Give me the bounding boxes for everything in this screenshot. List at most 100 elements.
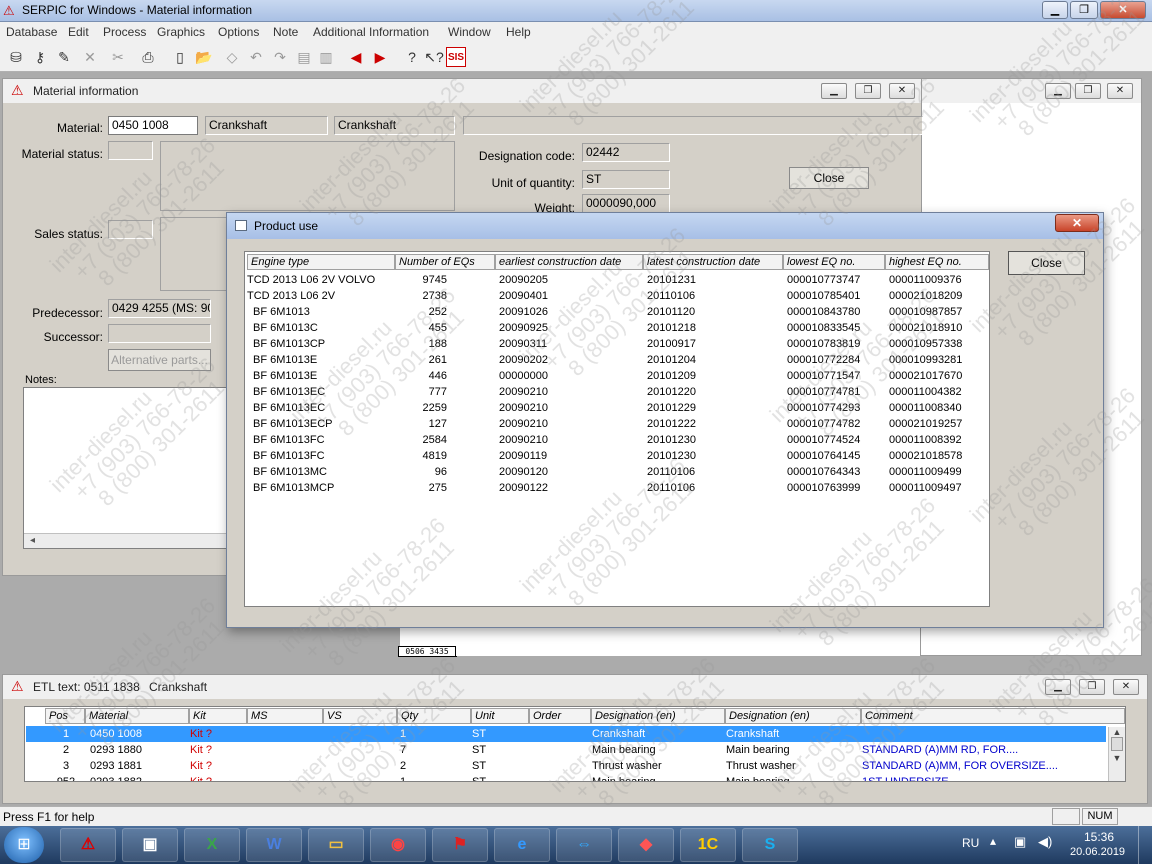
product-use-row[interactable]: BF 6M1013E 446 00000000 20101209 00001077154… xyxy=(245,368,989,384)
open-folder-icon[interactable]: 📂 xyxy=(194,47,214,67)
col-lowest-eq[interactable]: lowest EQ no. xyxy=(783,254,885,270)
taskbar-word-icon[interactable]: W xyxy=(246,828,302,862)
print-icon[interactable]: ⎙ xyxy=(138,47,158,67)
list-icon[interactable]: ▤ xyxy=(294,47,314,67)
arrow-left-icon[interactable]: ◀ xyxy=(346,47,366,67)
bg-close-button[interactable]: ✕ xyxy=(1107,83,1133,99)
menu-help[interactable]: Help xyxy=(506,25,531,39)
etl-restore-button[interactable]: ❐ xyxy=(1079,679,1105,695)
minimize-button[interactable]: ▁ xyxy=(1042,1,1068,19)
network-icon[interactable]: ▣ xyxy=(1014,834,1026,850)
taskbar-acrobat-icon[interactable]: ⚑ xyxy=(432,828,488,862)
etl-col-ms[interactable]: MS xyxy=(247,708,323,724)
taskbar-chrome-icon[interactable]: ◉ xyxy=(370,828,426,862)
product-use-row[interactable]: TCD 2013 L06 2V 2738 20090401 20110106 00001… xyxy=(245,288,989,304)
database-icon[interactable]: ⛁ xyxy=(6,47,26,67)
cut-icon[interactable]: ✂ xyxy=(108,47,128,67)
etl-row-selected[interactable]: 1 0450 1008 Kit ? 1 ST Crankshaft Crankshaft xyxy=(26,726,1106,742)
etl-col-kit[interactable]: Kit xyxy=(189,708,247,724)
product-use-row[interactable]: TCD 2013 L06 2V VOLVO 9745 20090205 2010123… xyxy=(245,272,989,288)
menu-note[interactable]: Note xyxy=(273,25,298,39)
taskbar-teamviewer-icon[interactable]: ⇔ xyxy=(556,828,612,862)
clock-date[interactable]: 20.06.2019 xyxy=(1070,846,1125,858)
cancel-icon[interactable]: ✕ xyxy=(80,47,100,67)
taskbar-explorer-icon[interactable]: ▭ xyxy=(308,828,364,862)
start-button[interactable]: ⊞ xyxy=(4,827,44,863)
show-desktop-button[interactable] xyxy=(1138,826,1152,864)
taskbar-1c-icon[interactable]: 1C xyxy=(680,828,736,862)
product-use-row[interactable]: BF 6M1013FC 2584 20090210 20101230 000010774… xyxy=(245,432,989,448)
product-use-row[interactable]: BF 6M1013C 455 20090925 20101218 00001083354… xyxy=(245,320,989,336)
product-use-row[interactable]: BF 6M1013 252 20091026 20101120 000010843780… xyxy=(245,304,989,320)
undo-icon[interactable]: ↶ xyxy=(246,47,266,67)
etl-col-qty[interactable]: Qty xyxy=(397,708,471,724)
sis-button[interactable]: SIS xyxy=(446,47,466,67)
menu-graphics[interactable]: Graphics xyxy=(157,25,205,39)
etl-col-comment[interactable]: Comment xyxy=(861,708,1125,724)
etl-row[interactable]: 3 0293 1881 Kit ? 2 ST Thrust washer Thrust wa… xyxy=(26,758,1106,774)
material-restore-button[interactable]: ❐ xyxy=(855,83,881,99)
col-number-of-eqs[interactable]: Number of EQs xyxy=(395,254,495,270)
arrow-right-icon[interactable]: ▶ xyxy=(370,47,390,67)
etl-col-unit[interactable]: Unit xyxy=(471,708,529,724)
col-latest-date[interactable]: latest construction date xyxy=(643,254,783,270)
taskbar-serpic-icon[interactable]: ⚠ xyxy=(60,828,116,862)
notes-horizontal-scrollbar[interactable]: ◂ xyxy=(24,533,226,548)
taskbar-presentation-icon[interactable]: ▣ xyxy=(122,828,178,862)
bg-minimize-button[interactable]: ▁ xyxy=(1045,83,1071,99)
page-icon[interactable]: ▥ xyxy=(316,47,336,67)
product-use-row[interactable]: BF 6M1013EC 777 20090210 20101220 0000107747… xyxy=(245,384,989,400)
etl-row[interactable]: 952 0293 1882 Kit ? 1 ST Main bearing Main bea… xyxy=(26,774,1106,781)
menu-window[interactable]: Window xyxy=(448,25,491,39)
etl-col-designation-1[interactable]: Designation (en) xyxy=(591,708,725,724)
etl-col-order[interactable]: Order xyxy=(529,708,591,724)
etl-col-material[interactable]: Material xyxy=(85,708,189,724)
col-highest-eq[interactable]: highest EQ no. xyxy=(885,254,989,270)
menu-edit[interactable]: Edit xyxy=(68,25,89,39)
etl-close-x-button[interactable]: ✕ xyxy=(1113,679,1139,695)
etl-row[interactable]: 2 0293 1880 Kit ? 7 ST Main bearing Main beari… xyxy=(26,742,1106,758)
col-earliest-date[interactable]: earliest construction date xyxy=(495,254,643,270)
menu-additional-information[interactable]: Additional Information xyxy=(313,25,429,39)
bg-restore-button[interactable]: ❐ xyxy=(1075,83,1101,99)
etl-col-pos[interactable]: Pos xyxy=(45,708,85,724)
taskbar-anydesk-icon[interactable]: ◆ xyxy=(618,828,674,862)
product-use-close-x-button[interactable]: ✕ xyxy=(1055,214,1099,232)
menu-options[interactable]: Options xyxy=(218,25,259,39)
app-close-button[interactable]: ✕ xyxy=(1100,1,1146,19)
redo-icon[interactable]: ↷ xyxy=(270,47,290,67)
menu-database[interactable]: Database xyxy=(6,25,57,39)
clock-time[interactable]: 15:36 xyxy=(1084,830,1114,844)
taskbar-edge-icon[interactable]: e xyxy=(494,828,550,862)
notes-textarea[interactable] xyxy=(23,387,227,549)
material-input[interactable]: 0450 1008 xyxy=(108,116,198,135)
taskbar-excel-icon[interactable]: X xyxy=(184,828,240,862)
language-indicator[interactable]: RU xyxy=(962,836,979,850)
help-icon[interactable]: ? xyxy=(402,47,422,67)
product-use-row[interactable]: BF 6M1013E 261 20090202 20101204 00001077228… xyxy=(245,352,989,368)
context-help-icon[interactable]: ↖? xyxy=(424,47,444,67)
menu-process[interactable]: Process xyxy=(103,25,146,39)
key-icon[interactable]: ⚷ xyxy=(30,47,50,67)
eraser-icon[interactable]: ◇ xyxy=(222,47,242,67)
tray-expand-icon[interactable]: ▴ xyxy=(990,834,996,848)
material-close-x-button[interactable]: ✕ xyxy=(889,83,915,99)
tool-icon[interactable]: ✎ xyxy=(54,47,74,67)
volume-icon[interactable]: ◀) xyxy=(1038,834,1052,850)
col-engine-type[interactable]: Engine type xyxy=(247,254,395,270)
material-minimize-button[interactable]: ▁ xyxy=(821,83,847,99)
product-use-row[interactable]: BF 6M1013CP 188 20090311 20100917 0000107838… xyxy=(245,336,989,352)
new-document-icon[interactable]: ▯ xyxy=(170,47,190,67)
material-close-button[interactable]: Close xyxy=(789,167,869,189)
product-use-row[interactable]: BF 6M1013ECP 127 20090210 20101222 000010774… xyxy=(245,416,989,432)
etl-col-designation-2[interactable]: Designation (en) xyxy=(725,708,861,724)
product-use-row[interactable]: BF 6M1013MC 96 20090120 20110106 00001076434… xyxy=(245,464,989,480)
product-use-close-button[interactable]: Close xyxy=(1008,251,1085,275)
etl-minimize-button[interactable]: ▁ xyxy=(1045,679,1071,695)
restore-button[interactable]: ❐ xyxy=(1070,1,1098,19)
product-use-row[interactable]: BF 6M1013FC 4819 20090119 20101230 000010764… xyxy=(245,448,989,464)
alternative-parts-button[interactable]: Alternative parts... xyxy=(108,349,211,371)
product-use-row[interactable]: BF 6M1013MCP 275 20090122 20110106 000010763… xyxy=(245,480,989,496)
taskbar-skype-icon[interactable]: S xyxy=(742,828,798,862)
product-use-row[interactable]: BF 6M1013EC 2259 20090210 20101229 000010774… xyxy=(245,400,989,416)
